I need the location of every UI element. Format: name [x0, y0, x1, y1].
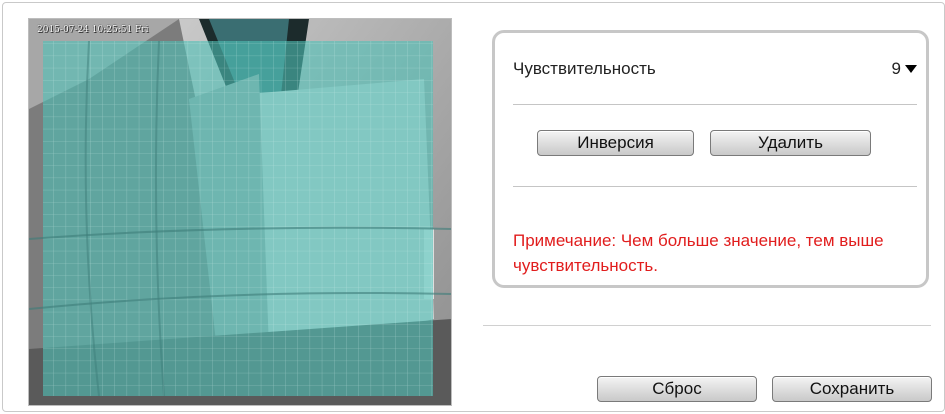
delete-button[interactable]: Удалить [710, 130, 871, 156]
sensitivity-note: Примечание: Чем больше значение, тем выш… [513, 231, 884, 275]
sensitivity-select[interactable]: 9 [892, 59, 917, 79]
sensitivity-settings: Чувствительность 9 Инверсия Удалить Прим… [492, 30, 929, 288]
osd-timestamp: 2015-07-24 10:25:51 Fri [37, 25, 149, 35]
footer-divider [483, 325, 931, 326]
save-button[interactable]: Сохранить [772, 376, 932, 402]
divider [513, 186, 917, 187]
invert-button[interactable]: Инверсия [537, 130, 694, 156]
chevron-down-icon [905, 65, 917, 73]
sensitivity-value: 9 [891, 59, 901, 78]
camera-image [29, 19, 451, 405]
camera-preview[interactable]: 2015-07-24 10:25:51 Fri [28, 18, 452, 406]
sensitivity-label: Чувствительность [513, 59, 656, 78]
divider [513, 104, 917, 105]
reset-button[interactable]: Сброс [597, 376, 757, 402]
sensitivity-row: Чувствительность 9 [513, 57, 917, 81]
